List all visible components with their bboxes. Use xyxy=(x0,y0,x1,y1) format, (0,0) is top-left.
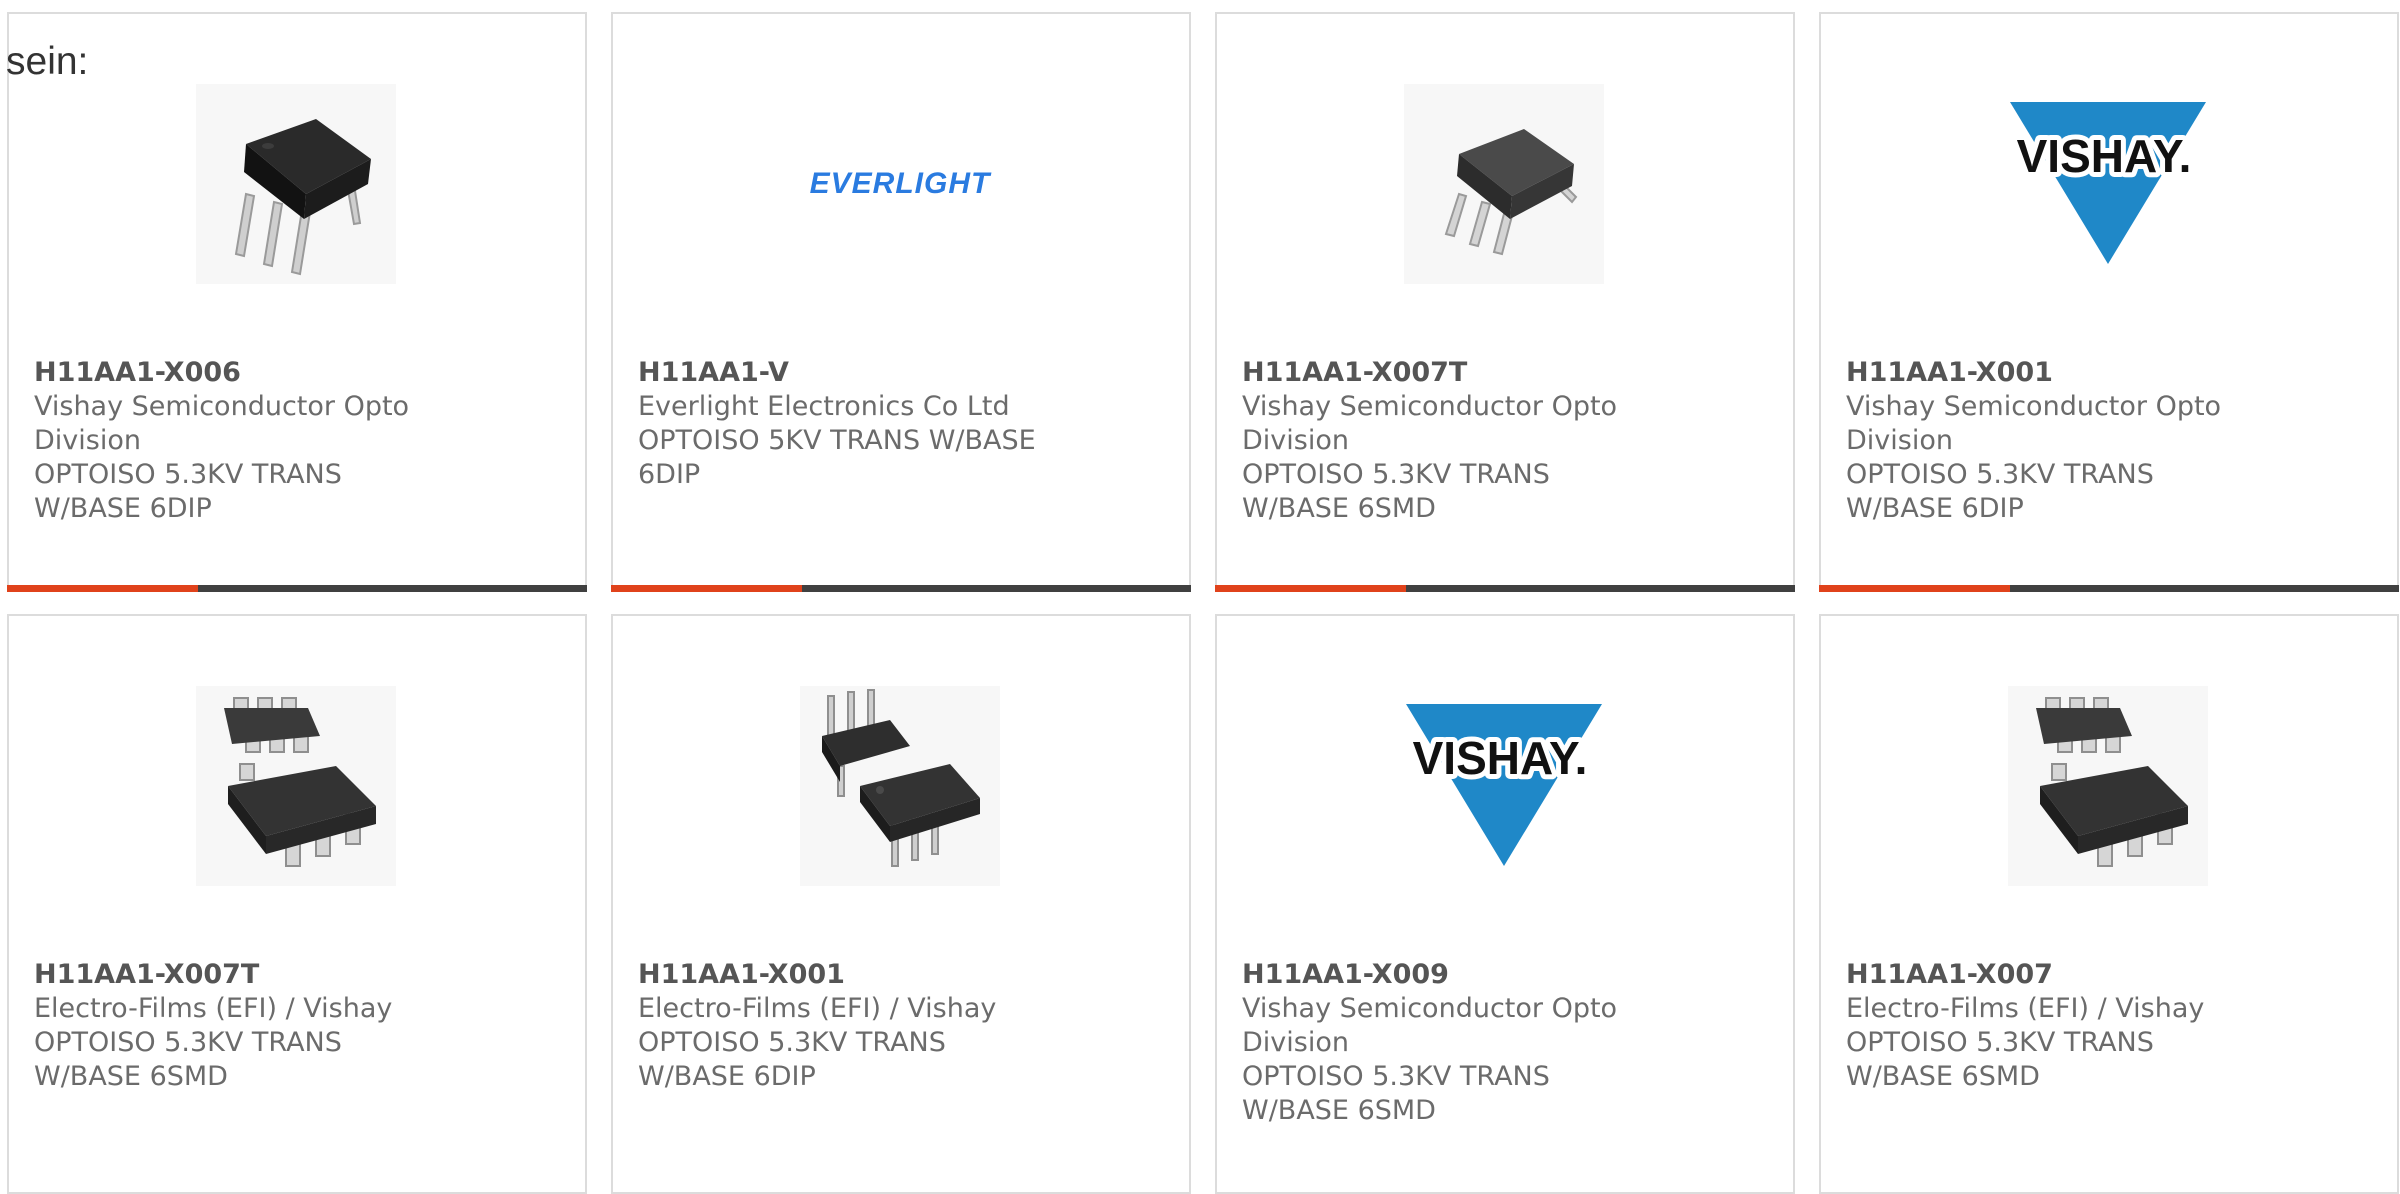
vishay-logo-text: VISHAY. xyxy=(2017,130,2192,182)
part-number[interactable]: H11AA1-V xyxy=(638,356,1058,390)
manufacturer: Vishay Semiconductor Opto Division xyxy=(1846,391,2222,456)
description: OPTOISO 5.3KV TRANS W/BASE 6DIP xyxy=(1846,459,2154,524)
product-info: H11AA1-X007T Electro-Films (EFI) / Visha… xyxy=(34,958,454,1094)
product-card[interactable]: VISHAY. VISHAY. H11AA1-X001 Vishay Semic… xyxy=(1819,12,2399,592)
manufacturer: Vishay Semiconductor Opto Division xyxy=(1242,391,1618,456)
progress-bar xyxy=(1819,585,2399,592)
product-image[interactable] xyxy=(800,686,1000,886)
product-image[interactable]: VISHAY. VISHAY. xyxy=(1404,686,1604,886)
part-number[interactable]: H11AA1-X007T xyxy=(1242,356,1662,390)
description: OPTOISO 5.3KV TRANS W/BASE 6SMD xyxy=(1242,1061,1550,1126)
manufacturer: Electro-Films (EFI) / Vishay xyxy=(638,993,997,1024)
product-image[interactable]: EVERLIGHT xyxy=(800,84,1000,284)
dip-chip-pair-icon xyxy=(800,686,1000,886)
product-info: H11AA1-X007T Vishay Semiconductor Opto D… xyxy=(1242,356,1662,526)
everlight-logo: EVERLIGHT xyxy=(809,167,991,200)
product-card[interactable]: H11AA1-X007 Electro-Films (EFI) / Vishay… xyxy=(1819,614,2399,1194)
progress-accent xyxy=(1215,585,1407,592)
description: OPTOISO 5.3KV TRANS W/BASE 6DIP xyxy=(34,459,342,524)
part-number[interactable]: H11AA1-X007T xyxy=(34,958,454,992)
smd-chip-icon xyxy=(1404,84,1604,284)
part-number[interactable]: H11AA1-X001 xyxy=(1846,356,2266,390)
description: OPTOISO 5.3KV TRANS W/BASE 6SMD xyxy=(34,1027,342,1092)
product-info: H11AA1-V Everlight Electronics Co Ltd OP… xyxy=(638,356,1058,492)
product-image[interactable] xyxy=(196,686,396,886)
product-info: H11AA1-X009 Vishay Semiconductor Opto Di… xyxy=(1242,958,1662,1128)
manufacturer: Electro-Films (EFI) / Vishay xyxy=(1846,993,2205,1024)
product-info: H11AA1-X007 Electro-Films (EFI) / Vishay… xyxy=(1846,958,2266,1094)
product-card[interactable]: H11AA1-X001 Electro-Films (EFI) / Vishay… xyxy=(611,614,1191,1194)
progress-accent xyxy=(1819,585,2011,592)
product-info: H11AA1-X006 Vishay Semiconductor Opto Di… xyxy=(34,356,454,526)
part-number[interactable]: H11AA1-X007 xyxy=(1846,958,2266,992)
product-card[interactable]: EVERLIGHT H11AA1-V Everlight Electronics… xyxy=(611,12,1191,592)
part-number[interactable]: H11AA1-X001 xyxy=(638,958,1058,992)
vishay-logo-icon: VISHAY. VISHAY. xyxy=(1406,704,1602,866)
product-info: H11AA1-X001 Vishay Semiconductor Opto Di… xyxy=(1846,356,2266,526)
manufacturer: Electro-Films (EFI) / Vishay xyxy=(34,993,393,1024)
progress-bar xyxy=(1215,585,1795,592)
part-number[interactable]: H11AA1-X009 xyxy=(1242,958,1662,992)
section-heading: sein: xyxy=(6,40,89,83)
product-card[interactable]: H11AA1-X007T Electro-Films (EFI) / Visha… xyxy=(7,614,587,1194)
product-grid: H11AA1-X006 Vishay Semiconductor Opto Di… xyxy=(7,12,2399,1194)
vishay-logo-icon: VISHAY. VISHAY. xyxy=(2010,102,2206,264)
vishay-logo-text: VISHAY. xyxy=(1413,732,1588,784)
product-image[interactable]: VISHAY. VISHAY. xyxy=(2008,84,2208,284)
product-card[interactable]: VISHAY. VISHAY. H11AA1-X009 Vishay Semic… xyxy=(1215,614,1795,1194)
dip-chip-icon xyxy=(196,84,396,284)
progress-bar xyxy=(611,585,1191,592)
manufacturer: Vishay Semiconductor Opto Division xyxy=(1242,993,1618,1058)
product-image[interactable] xyxy=(2008,686,2208,886)
part-number[interactable]: H11AA1-X006 xyxy=(34,356,454,390)
description: OPTOISO 5.3KV TRANS W/BASE 6DIP xyxy=(638,1027,946,1092)
product-image[interactable] xyxy=(196,84,396,284)
progress-accent xyxy=(7,585,199,592)
product-image[interactable] xyxy=(1404,84,1604,284)
product-info: H11AA1-X001 Electro-Films (EFI) / Vishay… xyxy=(638,958,1058,1094)
description: OPTOISO 5KV TRANS W/BASE 6DIP xyxy=(638,425,1036,490)
progress-bar xyxy=(7,585,587,592)
smd-chip-pair-icon xyxy=(2008,686,2208,886)
product-card[interactable]: H11AA1-X007T Vishay Semiconductor Opto D… xyxy=(1215,12,1795,592)
description: OPTOISO 5.3KV TRANS W/BASE 6SMD xyxy=(1846,1027,2154,1092)
description: OPTOISO 5.3KV TRANS W/BASE 6SMD xyxy=(1242,459,1550,524)
manufacturer: Everlight Electronics Co Ltd xyxy=(638,391,1010,422)
manufacturer: Vishay Semiconductor Opto Division xyxy=(34,391,410,456)
product-card[interactable]: H11AA1-X006 Vishay Semiconductor Opto Di… xyxy=(7,12,587,592)
progress-accent xyxy=(611,585,803,592)
smd-chip-pair-icon xyxy=(196,686,396,886)
